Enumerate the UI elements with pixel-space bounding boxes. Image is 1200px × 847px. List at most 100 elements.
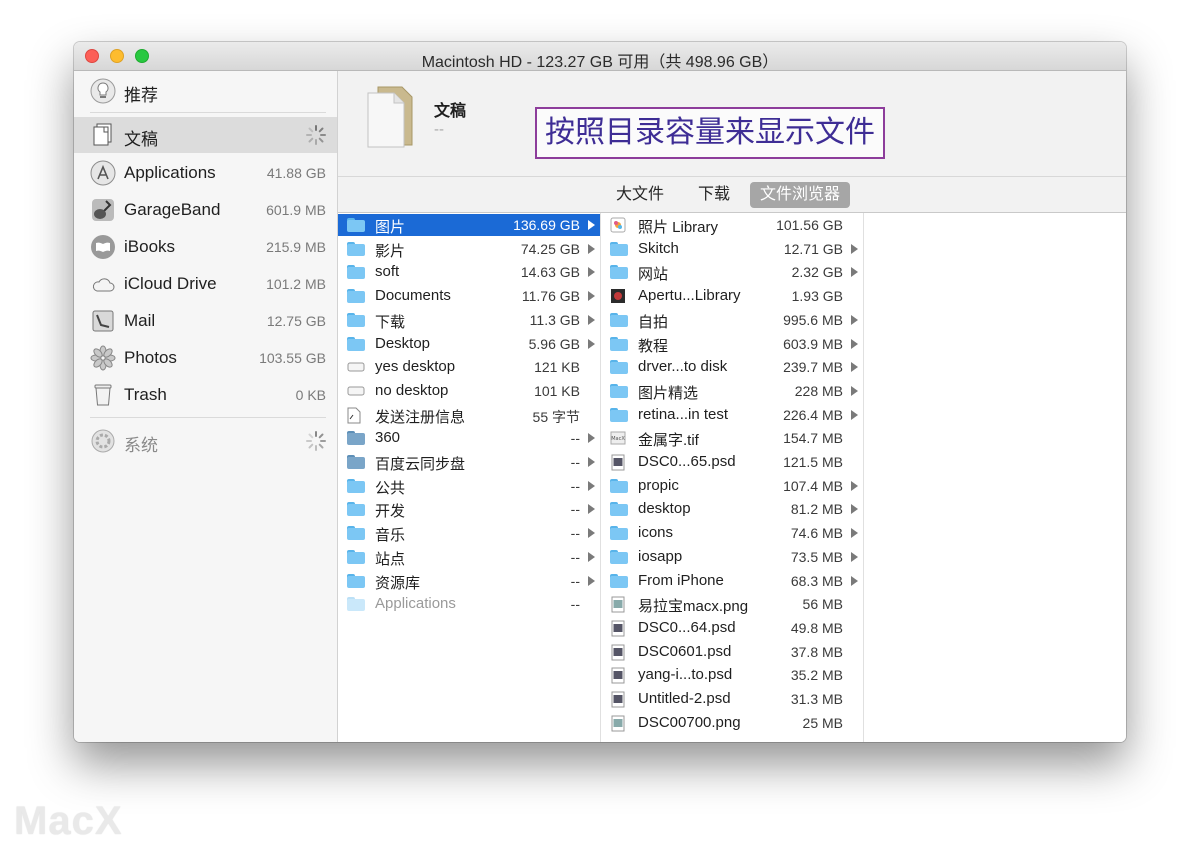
watermark: MacX bbox=[14, 799, 123, 843]
item-name: retina...in test bbox=[638, 405, 729, 423]
list-item[interactable]: 公共 -- bbox=[338, 475, 600, 497]
item-name: yang-i...to.psd bbox=[638, 666, 733, 684]
list-item[interactable]: drver...to disk 239.7 MB bbox=[601, 356, 863, 378]
sidebar-item-trash[interactable]: Trash 0 KB bbox=[74, 377, 337, 413]
list-item[interactable]: 资源库 -- bbox=[338, 570, 600, 592]
disclosure-arrow-icon[interactable] bbox=[588, 220, 595, 230]
sidebar-item-icloud-drive[interactable]: iCloud Drive 101.2 MB bbox=[74, 266, 337, 302]
title-bar[interactable]: Macintosh HD - 123.27 GB 可用（共 498.96 GB） bbox=[74, 42, 1126, 71]
tab-large-files[interactable]: 大文件 bbox=[606, 182, 674, 208]
disclosure-arrow-icon[interactable] bbox=[851, 385, 858, 396]
list-item[interactable]: 图片 136.69 GB bbox=[338, 214, 600, 236]
disclosure-arrow-icon[interactable] bbox=[851, 575, 858, 586]
disclosure-arrow-icon[interactable] bbox=[851, 551, 858, 562]
list-item[interactable]: DSC0601.psd 37.8 MB bbox=[601, 641, 863, 663]
sidebar-item-label: 推荐 bbox=[124, 86, 158, 105]
tif-image-icon: MacX bbox=[610, 430, 628, 445]
disclosure-arrow-icon[interactable] bbox=[851, 314, 858, 325]
list-item[interactable]: DSC0...65.psd 121.5 MB bbox=[601, 451, 863, 473]
list-item[interactable]: Desktop 5.96 GB bbox=[338, 333, 600, 355]
list-item[interactable]: yang-i...to.psd 35.2 MB bbox=[601, 664, 863, 686]
sidebar-item-system[interactable]: 系统 bbox=[74, 423, 337, 459]
disclosure-arrow-icon[interactable] bbox=[851, 243, 858, 254]
list-item[interactable]: Apertu...Library 1.93 GB bbox=[601, 285, 863, 307]
list-item[interactable]: 照片 Library 101.56 GB bbox=[601, 214, 863, 236]
item-size: 49.8 MB bbox=[790, 619, 843, 636]
sidebar-item-applications[interactable]: Applications 41.88 GB bbox=[74, 155, 337, 191]
disclosure-arrow-icon[interactable] bbox=[588, 575, 595, 586]
item-name: soft bbox=[375, 263, 400, 281]
browser-column-2[interactable]: 照片 Library 101.56 GB Skitch 12.71 GB 网站 2.32 … bbox=[601, 213, 864, 742]
disclosure-arrow-icon[interactable] bbox=[851, 480, 858, 491]
sidebar-item-photos[interactable]: Photos 103.55 GB bbox=[74, 340, 337, 376]
disclosure-arrow-icon[interactable] bbox=[588, 457, 595, 467]
list-item[interactable]: no desktop 101 KB bbox=[338, 380, 600, 402]
item-name: 影片 bbox=[375, 242, 406, 260]
selection-size: -- bbox=[434, 121, 444, 138]
tab-file-browser[interactable]: 文件浏览器 bbox=[750, 182, 851, 208]
list-item[interactable]: Documents 11.76 GB bbox=[338, 285, 600, 307]
disclosure-arrow-icon[interactable] bbox=[588, 291, 595, 302]
disclosure-arrow-icon[interactable] bbox=[588, 267, 595, 278]
list-item[interactable]: propic 107.4 MB bbox=[601, 475, 863, 497]
disclosure-arrow-icon[interactable] bbox=[588, 338, 595, 349]
list-item[interactable]: 影片 74.25 GB bbox=[338, 238, 600, 260]
list-item[interactable]: 网站 2.32 GB bbox=[601, 261, 863, 283]
list-item[interactable]: icons 74.6 MB bbox=[601, 522, 863, 544]
disclosure-arrow-icon[interactable] bbox=[851, 338, 858, 349]
sidebar-item-ibooks[interactable]: iBooks 215.9 MB bbox=[74, 229, 337, 265]
tab-downloads[interactable]: 下载 bbox=[688, 182, 740, 208]
list-item[interactable]: 开发 -- bbox=[338, 498, 600, 520]
disclosure-arrow-icon[interactable] bbox=[851, 362, 858, 373]
psd-image-icon bbox=[610, 454, 628, 471]
list-item[interactable]: 音乐 -- bbox=[338, 522, 600, 544]
disclosure-arrow-icon[interactable] bbox=[588, 551, 595, 562]
list-item[interactable]: DSC0...64.psd 49.8 MB bbox=[601, 617, 863, 639]
list-item[interactable]: 自拍 995.6 MB bbox=[601, 309, 863, 331]
list-item[interactable]: Skitch 12.71 GB bbox=[601, 238, 863, 260]
documents-icon bbox=[90, 122, 116, 148]
disclosure-arrow-icon[interactable] bbox=[588, 314, 595, 325]
disclosure-arrow-icon[interactable] bbox=[588, 528, 595, 539]
list-item[interactable]: soft 14.63 GB bbox=[338, 261, 600, 283]
list-item[interactable]: 下载 11.3 GB bbox=[338, 309, 600, 331]
disclosure-arrow-icon[interactable] bbox=[851, 504, 858, 515]
list-item[interactable]: 易拉宝macx.png 56 MB bbox=[601, 593, 863, 615]
disclosure-arrow-icon[interactable] bbox=[851, 528, 858, 539]
disclosure-arrow-icon[interactable] bbox=[588, 243, 595, 254]
list-item[interactable]: iosapp 73.5 MB bbox=[601, 546, 863, 568]
sidebar-item-size: 101.2 MB bbox=[266, 276, 326, 292]
list-item[interactable]: MacX 金属字.tif 154.7 MB bbox=[601, 427, 863, 449]
disclosure-arrow-icon[interactable] bbox=[588, 504, 595, 515]
list-item[interactable]: 图片精选 228 MB bbox=[601, 380, 863, 402]
sidebar-item-size: 0 KB bbox=[295, 387, 326, 403]
list-item[interactable]: From iPhone 68.3 MB bbox=[601, 570, 863, 592]
list-item[interactable]: Untitled-2.psd 31.3 MB bbox=[601, 688, 863, 710]
sidebar-item-label: Trash bbox=[124, 385, 167, 404]
aperture-library-icon bbox=[610, 288, 628, 304]
disclosure-arrow-icon[interactable] bbox=[588, 433, 595, 444]
browser-column-1[interactable]: 图片 136.69 GB 影片 74.25 GB soft 14.63 GB Documen… bbox=[338, 213, 601, 742]
item-size: 107.4 MB bbox=[783, 477, 843, 494]
view-tabs: 大文件 下载 文件浏览器 bbox=[338, 177, 1126, 213]
sidebar-item-recommend[interactable]: 推荐 bbox=[74, 73, 337, 109]
list-item[interactable]: retina...in test 226.4 MB bbox=[601, 404, 863, 426]
sidebar-item-mail[interactable]: Mail 12.75 GB bbox=[74, 303, 337, 339]
disclosure-arrow-icon[interactable] bbox=[851, 409, 858, 420]
sidebar-item-garageband[interactable]: GarageBand 601.9 MB bbox=[74, 192, 337, 228]
list-item[interactable]: 发送注册信息 55 字节 bbox=[338, 404, 600, 426]
list-item[interactable]: desktop 81.2 MB bbox=[601, 498, 863, 520]
disclosure-arrow-icon[interactable] bbox=[851, 267, 858, 278]
item-size: 228 MB bbox=[794, 382, 843, 399]
sidebar-item-documents[interactable]: 文稿 bbox=[74, 117, 337, 153]
list-item[interactable]: 百度云同步盘 -- bbox=[338, 451, 600, 473]
folder-applications-icon bbox=[347, 596, 365, 612]
item-size: -- bbox=[570, 454, 580, 470]
list-item[interactable]: 360 -- bbox=[338, 427, 600, 449]
disclosure-arrow-icon[interactable] bbox=[588, 480, 595, 491]
list-item[interactable]: Applications -- bbox=[338, 593, 600, 615]
list-item[interactable]: yes desktop 121 KB bbox=[338, 356, 600, 378]
list-item[interactable]: 教程 603.9 MB bbox=[601, 333, 863, 355]
list-item[interactable]: 站点 -- bbox=[338, 546, 600, 568]
list-item[interactable]: DSC00700.png 25 MB bbox=[601, 712, 863, 734]
